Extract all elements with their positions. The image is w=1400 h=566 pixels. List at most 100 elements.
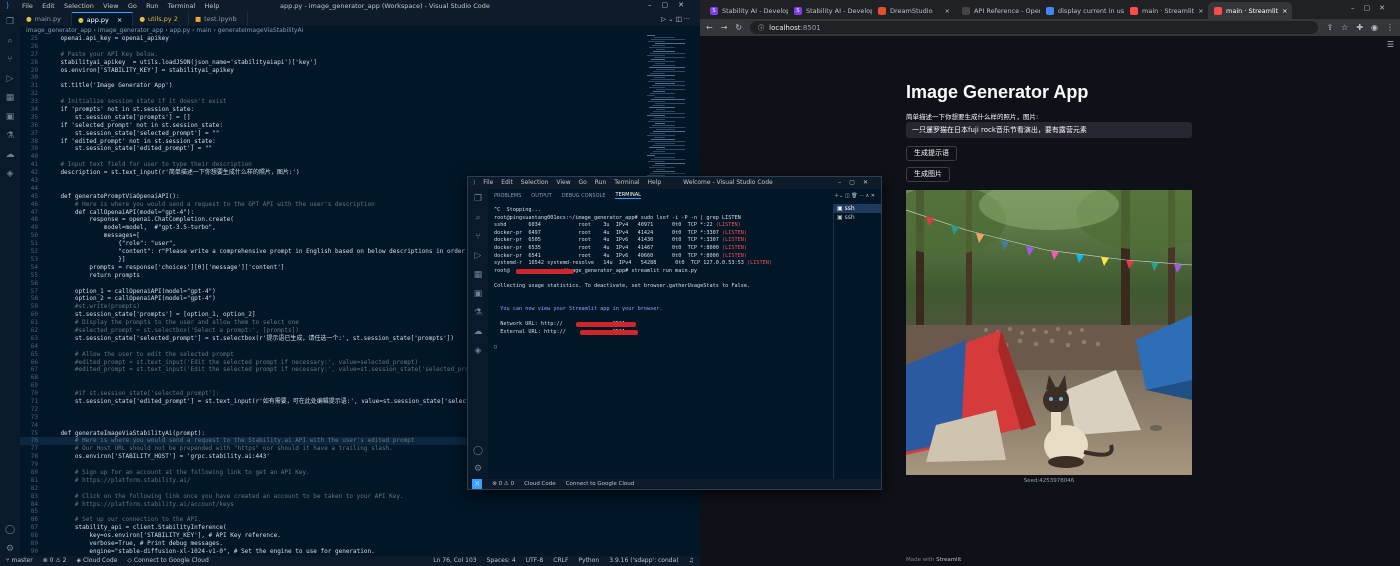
search-icon[interactable]: ⌕ bbox=[0, 31, 20, 50]
terminal-list-item[interactable]: ▣ ssh bbox=[834, 204, 881, 213]
browser-tab[interactable]: main · Streamlit × bbox=[1124, 2, 1208, 19]
status-cloud-code[interactable]: Cloud Code bbox=[524, 479, 556, 489]
browser-tab[interactable]: main · Streamlit × bbox=[1208, 2, 1292, 19]
source-control-icon[interactable]: ⑂ bbox=[468, 227, 488, 246]
status-indent[interactable]: Spaces: 4 bbox=[487, 556, 516, 566]
code-line[interactable]: 89 verbose=True, # Print debug messages. bbox=[20, 540, 645, 548]
status-google-cloud[interactable]: Connect to Google Cloud bbox=[566, 479, 635, 489]
reload-icon[interactable]: ↻ bbox=[735, 23, 742, 32]
status-google-cloud[interactable]: ◇ Connect to Google Cloud bbox=[127, 556, 208, 566]
floating-window-controls[interactable]: –▢✕ bbox=[838, 177, 876, 189]
code-line[interactable]: 25 openai.api_key = openai_apikey bbox=[20, 35, 645, 43]
menu-selection[interactable]: Selection bbox=[64, 2, 94, 10]
code-line[interactable]: 87 stability_api = client.StabilityInfer… bbox=[20, 524, 645, 532]
close-tab-icon[interactable]: × bbox=[1282, 7, 1287, 15]
status-interpreter[interactable]: 3.9.16 ('sdapp': conda) bbox=[609, 556, 678, 566]
docker-icon[interactable]: ☁ bbox=[468, 322, 488, 341]
bell-icon[interactable]: ♫ bbox=[689, 556, 694, 566]
code-line[interactable]: 41 # Input text field for user to type t… bbox=[20, 161, 645, 169]
description-input[interactable]: 一只暹罗猫在日本fuji rock音乐节看演出，要有露营元素 bbox=[906, 122, 1192, 138]
extensions-icon[interactable]: ▦ bbox=[0, 88, 20, 107]
code-line[interactable]: 29 os.environ['STABILITY_KEY'] = stabili… bbox=[20, 67, 645, 75]
status-encoding[interactable]: UTF-8 bbox=[526, 556, 544, 566]
tab-app-py[interactable]: ● app.py × bbox=[71, 12, 134, 26]
browser-tab[interactable]: SStability AI - Developer× bbox=[704, 2, 788, 19]
remote-explorer-icon[interactable]: ▣ bbox=[0, 107, 20, 126]
terminal-output[interactable]: ^C Stopping... root@pingsuantang001ecs:~/… bbox=[488, 204, 833, 479]
terminal-list-item[interactable]: ▣ ssh bbox=[834, 213, 881, 222]
address-bar[interactable]: ⓘ localhost:8501 bbox=[750, 21, 1319, 34]
code-line[interactable]: 26 bbox=[20, 43, 645, 51]
menu-run[interactable]: Run bbox=[146, 2, 158, 10]
menu-terminal[interactable]: Terminal bbox=[168, 2, 195, 10]
menu-terminal[interactable]: Terminal bbox=[614, 179, 639, 186]
explorer-icon[interactable]: ❐ bbox=[0, 12, 20, 31]
tab-debug-console[interactable]: DEBUG CONSOLE bbox=[562, 193, 606, 199]
code-line[interactable]: 34 if 'prompts' not in st.session_state: bbox=[20, 106, 645, 114]
panel-actions-icon[interactable]: ＋⌄ ◫ 🗑 ··· ∧ ✕ bbox=[834, 192, 875, 199]
kebab-menu-icon[interactable]: ⋮ bbox=[1386, 23, 1394, 32]
browser-tab[interactable]: API Reference - OpenAI× bbox=[956, 2, 1040, 19]
close-tab-icon[interactable]: × bbox=[945, 7, 950, 15]
code-line[interactable]: 32 bbox=[20, 90, 645, 98]
bookmark-star-icon[interactable]: ☆ bbox=[1341, 23, 1348, 32]
source-control-icon[interactable]: ⑂ bbox=[0, 50, 20, 69]
close-tab-icon[interactable]: × bbox=[1198, 7, 1203, 15]
tab-test-ipynb[interactable]: ■ test.ipynb bbox=[189, 12, 248, 26]
browser-tab[interactable]: display current in use p× bbox=[1040, 2, 1124, 19]
menu-edit[interactable]: Edit bbox=[42, 2, 55, 10]
share-icon[interactable]: ⇪ bbox=[1326, 23, 1333, 32]
status-problems[interactable]: ⊗ 0 ⚠ 0 bbox=[492, 479, 514, 489]
docker-icon[interactable]: ☁ bbox=[0, 145, 20, 164]
cloud-code-icon[interactable]: ◈ bbox=[0, 164, 20, 183]
explorer-icon[interactable]: ❐ bbox=[468, 189, 488, 208]
remote-explorer-icon[interactable]: ▣ bbox=[468, 284, 488, 303]
code-line[interactable]: 35 st.session_state['prompts'] = [] bbox=[20, 114, 645, 122]
menu-selection[interactable]: Selection bbox=[521, 179, 549, 186]
menu-file[interactable]: File bbox=[483, 179, 493, 186]
extensions-icon[interactable]: ▦ bbox=[468, 265, 488, 284]
profile-icon[interactable]: ◉ bbox=[1371, 23, 1378, 32]
tab-problems[interactable]: PROBLEMS bbox=[494, 193, 521, 199]
code-line[interactable]: 86 # Set up our connection to the API. bbox=[20, 516, 645, 524]
menu-file[interactable]: File bbox=[22, 2, 33, 10]
code-line[interactable]: 30 bbox=[20, 74, 645, 82]
forward-icon[interactable]: → bbox=[721, 23, 728, 32]
run-debug-icon[interactable]: ▷ bbox=[468, 246, 488, 265]
menu-go[interactable]: Go bbox=[579, 179, 587, 186]
account-icon[interactable]: ◯ bbox=[468, 441, 488, 460]
extensions-puzzle-icon[interactable]: ✚ bbox=[1356, 23, 1363, 32]
status-branch[interactable]: ⑂ master bbox=[6, 556, 33, 566]
code-line[interactable]: 33 # Initialize session state if it does… bbox=[20, 98, 645, 106]
breadcrumb[interactable]: image_generator_app › image_generator_ap… bbox=[20, 26, 700, 35]
code-line[interactable]: 39 st.session_state['edited_prompt'] = "… bbox=[20, 145, 645, 153]
code-line[interactable]: 28 stabilityai_apikey = utils.loadJSON(j… bbox=[20, 59, 645, 67]
browser-window-controls[interactable]: –▢✕ bbox=[1351, 4, 1394, 12]
generate-prompt-button[interactable]: 生成提示语 bbox=[906, 146, 957, 161]
tab-terminal[interactable]: TERMINAL bbox=[615, 192, 641, 199]
search-icon[interactable]: ⌕ bbox=[468, 208, 488, 227]
menu-edit[interactable]: Edit bbox=[501, 179, 513, 186]
status-language[interactable]: Python bbox=[578, 556, 599, 566]
code-line[interactable]: 90 engine="stable-diffusion-xl-1024-v1-0… bbox=[20, 548, 645, 556]
browser-tab[interactable]: DreamStudio × bbox=[872, 2, 956, 19]
menu-view[interactable]: View bbox=[556, 179, 570, 186]
settings-gear-icon[interactable]: ⚙ bbox=[468, 459, 488, 478]
tab-output[interactable]: OUTPUT bbox=[531, 193, 551, 199]
code-line[interactable]: 37 st.session_state['selected_prompt'] =… bbox=[20, 130, 645, 138]
code-line[interactable]: 88 key=os.environ['STABILITY_KEY'], # AP… bbox=[20, 532, 645, 540]
code-line[interactable]: 85 bbox=[20, 508, 645, 516]
status-problems[interactable]: ⊗ 0 ⚠ 2 bbox=[43, 556, 67, 566]
footer-link[interactable]: Streamlit bbox=[936, 557, 961, 563]
menu-go[interactable]: Go bbox=[128, 2, 137, 10]
tab-utils-py[interactable]: ● utils.py 2 bbox=[133, 12, 189, 26]
run-file-icon[interactable]: ▷ ⌄ ◫ ··· bbox=[655, 12, 700, 26]
code-line[interactable]: 40 bbox=[20, 153, 645, 161]
back-icon[interactable]: ← bbox=[706, 23, 713, 32]
browser-tab[interactable]: SStability AI - Developer× bbox=[788, 2, 872, 19]
generate-image-button[interactable]: 生成图片 bbox=[906, 167, 950, 182]
code-line[interactable]: 84 # https://platform.stability.ai/accou… bbox=[20, 501, 645, 509]
testing-icon[interactable]: ⚗ bbox=[468, 303, 488, 322]
code-line[interactable]: 83 # Click on the following link once yo… bbox=[20, 493, 645, 501]
code-line[interactable]: 27 # Paste your API Key below. bbox=[20, 51, 645, 59]
